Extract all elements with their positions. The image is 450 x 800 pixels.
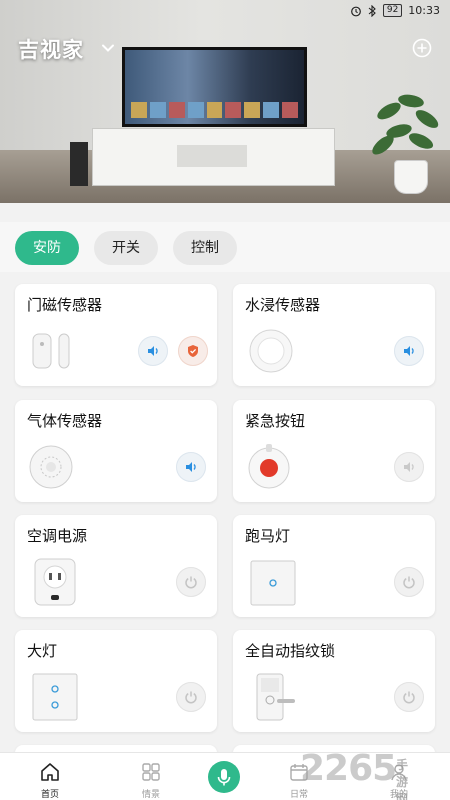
device-card-water-sensor[interactable]: 水浸传感器 — [233, 284, 435, 386]
power-toggle-button[interactable] — [176, 567, 206, 597]
battery-indicator: 92 — [382, 4, 403, 17]
power-toggle-button[interactable] — [394, 567, 424, 597]
banner-cabinet — [92, 128, 335, 186]
device-card-marquee-light[interactable]: 跑马灯 — [233, 515, 435, 617]
device-name: 水浸传感器 — [245, 296, 321, 314]
nav-label: 情景 — [141, 790, 160, 800]
wall-switch-icon — [250, 560, 296, 606]
device-name: 紧急按钮 — [245, 412, 306, 430]
power-icon — [185, 691, 197, 704]
smart-plug-icon — [34, 558, 76, 606]
clock: 10:33 — [408, 4, 440, 17]
device-name: 空调电源 — [27, 527, 88, 545]
power-toggle-button[interactable] — [176, 682, 206, 712]
voice-button[interactable] — [208, 761, 240, 793]
power-icon — [185, 576, 197, 589]
alarm-icon — [350, 6, 361, 16]
alarm-sound-button[interactable] — [138, 336, 168, 366]
speaker-icon — [404, 346, 414, 356]
speaker-icon — [186, 462, 196, 472]
device-name: 全自动指纹锁 — [245, 642, 336, 660]
power-toggle-button[interactable] — [394, 682, 424, 712]
bluetooth-icon — [368, 4, 376, 17]
tab-security[interactable]: 安防 — [15, 231, 79, 265]
status-bar: 92 10:33 — [350, 4, 440, 17]
banner-speaker — [70, 142, 88, 186]
device-name: 跑马灯 — [245, 527, 291, 545]
category-tabs: 安防 开关 控制 — [0, 222, 450, 272]
device-name: 气体传感器 — [27, 412, 103, 430]
device-card-gas-sensor[interactable]: 气体传感器 — [15, 400, 217, 502]
watermark-suffix: 手游网 — [396, 758, 408, 800]
door-sensor-icon — [32, 333, 70, 369]
tab-switch[interactable]: 开关 — [94, 231, 158, 265]
power-icon — [403, 691, 415, 704]
site-watermark: 2265 手游网 — [300, 748, 408, 800]
nav-label: 首页 — [40, 790, 59, 800]
banner-pot — [394, 160, 428, 194]
banner-tv — [122, 47, 307, 127]
double-switch-icon — [32, 673, 78, 721]
mic-icon — [217, 769, 231, 786]
device-card-ac-power[interactable]: 空调电源 — [15, 515, 217, 617]
device-card-door-sensor[interactable]: 门磁传感器 — [15, 284, 217, 386]
tab-control[interactable]: 控制 — [173, 231, 237, 265]
chevron-down-icon[interactable] — [100, 40, 116, 56]
emergency-button-icon — [248, 444, 290, 489]
shield-icon — [188, 345, 198, 357]
water-sensor-icon — [249, 329, 293, 373]
power-icon — [403, 576, 415, 589]
device-name: 门磁传感器 — [27, 296, 103, 314]
home-name[interactable]: 吉视家 — [18, 34, 84, 64]
device-name: 大灯 — [27, 642, 58, 660]
home-icon — [41, 763, 59, 781]
device-card-main-light[interactable]: 大灯 — [15, 630, 217, 732]
grid-icon — [142, 763, 160, 781]
nav-home[interactable]: 首页 — [15, 753, 85, 800]
fingerprint-lock-icon — [256, 673, 295, 721]
add-device-icon[interactable] — [412, 38, 432, 58]
alarm-sound-button[interactable] — [394, 336, 424, 366]
arm-shield-button[interactable] — [178, 336, 208, 366]
alarm-sound-button[interactable] — [176, 452, 206, 482]
speaker-icon — [404, 462, 414, 472]
device-card-emergency-button[interactable]: 紧急按钮 — [233, 400, 435, 502]
gas-sensor-icon — [29, 445, 73, 489]
alarm-sound-button[interactable] — [394, 452, 424, 482]
speaker-icon — [148, 346, 158, 356]
watermark-number: 2265 — [300, 748, 397, 789]
home-banner — [0, 0, 450, 203]
banner-plant — [368, 92, 450, 165]
nav-scene[interactable]: 情景 — [116, 753, 186, 800]
device-card-fingerprint-lock[interactable]: 全自动指纹锁 — [233, 630, 435, 732]
